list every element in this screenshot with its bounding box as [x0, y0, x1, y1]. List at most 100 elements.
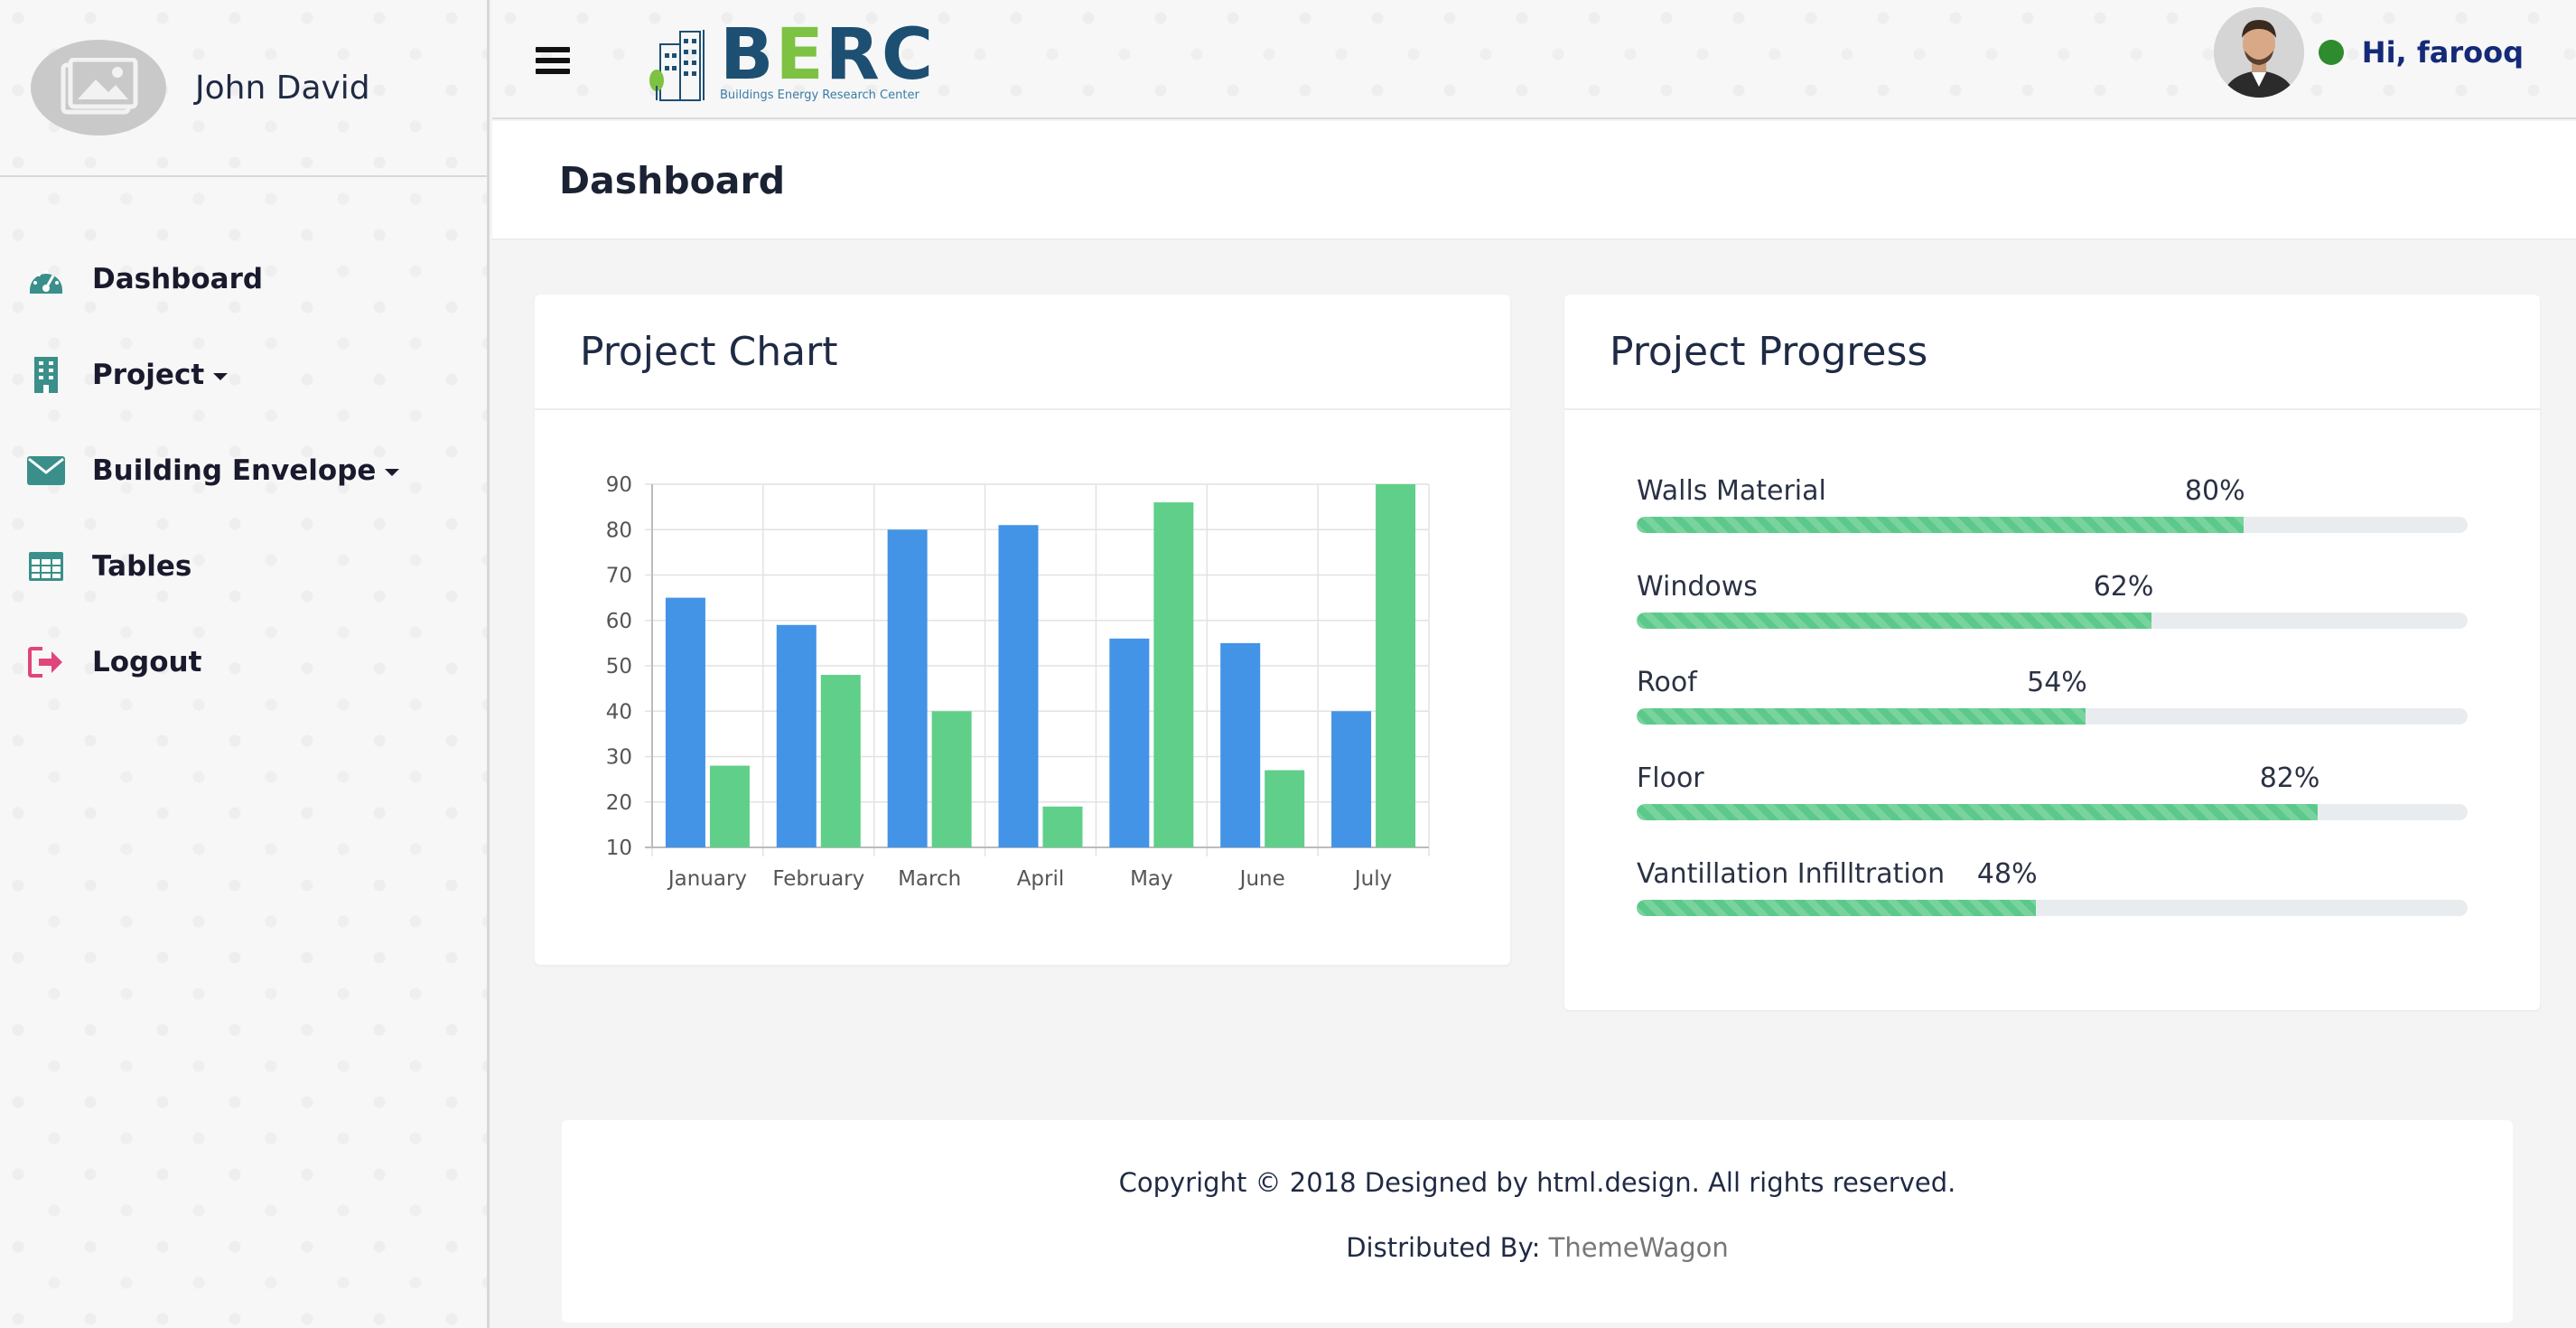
y-tick-label: 10 [606, 837, 632, 860]
y-tick-label: 90 [606, 473, 632, 497]
sidebar-item-label: Dashboard [92, 263, 264, 295]
footer-copyright: Copyright © 2018 Designed by html.design… [1118, 1167, 1956, 1198]
project-progress-card: Project Progress Walls Material 80% Window… [1564, 295, 2540, 1010]
progress-track [1637, 900, 2468, 916]
progress-percent: 80% [2184, 475, 2245, 507]
sidebar-item-label: Logout [92, 646, 202, 678]
progress-list: Walls Material 80% Windows 62% Roof 54% Floor 8… [1637, 475, 2468, 954]
bar [1220, 642, 1261, 847]
progress-label: Floor [1637, 762, 1704, 794]
berc-logo[interactable]: BERC Buildings Energy Research Center [648, 14, 936, 102]
sidebar-item-tables[interactable]: Tables [0, 519, 487, 614]
progress-label: Roof [1637, 667, 1697, 698]
y-tick-label: 60 [606, 610, 632, 633]
progress-label: Vantillation Infilltration [1637, 858, 1946, 890]
progress-fill [1637, 804, 2319, 820]
x-tick-label: May [1130, 867, 1173, 891]
bar [1265, 770, 1305, 847]
card-header: Project Chart [535, 295, 1510, 410]
bar [709, 765, 750, 847]
x-tick-label: April [1017, 867, 1065, 891]
logo-subtitle: Buildings Energy Research Center [720, 89, 919, 102]
sidebar-nav: Dashboard Project Building Envelope Tabl… [0, 231, 487, 710]
bar [1153, 502, 1194, 847]
online-status-icon [2318, 40, 2344, 65]
logo-text: BERC Buildings Energy Research Center [720, 14, 936, 102]
progress-track [1637, 517, 2468, 533]
sidebar-profile: John David [0, 0, 487, 177]
progress-label: Windows [1637, 571, 1758, 603]
page-title-bar: Dashboard [492, 121, 2576, 240]
footer: Copyright © 2018 Designed by html.design… [562, 1120, 2513, 1323]
y-tick-label: 80 [606, 519, 632, 542]
bar [998, 525, 1039, 847]
footer-distributed: Distributed By: ThemeWagon [562, 1232, 2513, 1263]
bar [665, 597, 705, 847]
sidebar-item-building-envelope[interactable]: Building Envelope [0, 423, 487, 519]
building-logo-icon [649, 30, 705, 101]
building-icon [27, 356, 65, 394]
sidebar-item-label: Building Envelope [92, 454, 400, 487]
x-tick-label: February [772, 867, 864, 891]
project-bar-chart: 10 20 30 40 50 60 70 80 90 January February March Ap… [606, 473, 1430, 891]
sidebar-item-dashboard[interactable]: Dashboard [0, 231, 487, 327]
sidebar-item-label: Tables [92, 550, 192, 583]
progress-track [1637, 804, 2468, 820]
profile-name: John David [195, 69, 370, 107]
logout-icon [27, 643, 65, 681]
logo-word: BERC [720, 14, 936, 96]
progress-item: Walls Material 80% [1637, 475, 2468, 571]
user-menu[interactable]: Hi, farooq [2213, 7, 2524, 98]
x-tick-label: January [667, 867, 747, 891]
y-tick-label: 20 [606, 791, 632, 815]
y-tick-label: 30 [606, 746, 632, 770]
caret-down-icon [385, 468, 400, 476]
user-avatar[interactable] [2213, 7, 2304, 98]
user-greeting[interactable]: Hi, farooq [2362, 35, 2524, 70]
x-tick-label: June [1238, 867, 1285, 891]
y-tick-label: 50 [606, 655, 632, 678]
progress-item: Floor 82% [1637, 762, 2468, 858]
sidebar-item-logout[interactable]: Logout [0, 614, 487, 710]
bar [1042, 806, 1083, 847]
progress-percent: 82% [2259, 762, 2320, 794]
table-icon [27, 547, 65, 585]
caret-down-icon [213, 372, 229, 380]
progress-item: Windows 62% [1637, 571, 2468, 667]
sidebar-item-label: Project [92, 359, 229, 391]
progress-label: Walls Material [1637, 475, 1826, 507]
topbar: BERC Buildings Energy Research Center Hi… [492, 0, 2576, 119]
progress-item: Vantillation Infilltration 48% [1637, 858, 2468, 954]
sidebar: John David Dashboard Project Building En… [0, 0, 490, 1328]
card-title: Project Progress [1610, 328, 1928, 375]
card-header: Project Progress [1564, 295, 2540, 410]
bar [1109, 638, 1150, 847]
progress-percent: 48% [1976, 858, 2038, 890]
themewagon-link[interactable]: ThemeWagon [1549, 1232, 1729, 1263]
envelope-icon [27, 452, 65, 490]
menu-toggle-icon[interactable] [536, 47, 570, 74]
progress-fill [1637, 613, 2152, 629]
progress-percent: 54% [2027, 667, 2087, 698]
progress-fill [1637, 900, 2036, 916]
bar [1331, 711, 1372, 847]
y-tick-label: 70 [606, 565, 632, 588]
bar [776, 624, 817, 847]
progress-fill [1637, 708, 2086, 725]
image-placeholder-icon [61, 58, 138, 115]
profile-avatar[interactable] [31, 40, 166, 136]
card-title: Project Chart [580, 328, 838, 375]
progress-percent: 62% [2093, 571, 2154, 603]
footer-distributed-prefix: Distributed By: [1346, 1232, 1549, 1263]
y-tick-label: 40 [606, 700, 632, 724]
project-chart-card: Project Chart 10 20 30 40 50 60 70 80 90 January F… [535, 295, 1510, 965]
bar [1376, 484, 1416, 847]
sidebar-item-project[interactable]: Project [0, 327, 487, 423]
x-tick-label: July [1353, 867, 1392, 891]
progress-track [1637, 613, 2468, 629]
progress-fill [1637, 517, 2244, 533]
x-tick-label: March [898, 867, 961, 891]
progress-track [1637, 708, 2468, 725]
bar [820, 675, 861, 847]
progress-item: Roof 54% [1637, 667, 2468, 762]
